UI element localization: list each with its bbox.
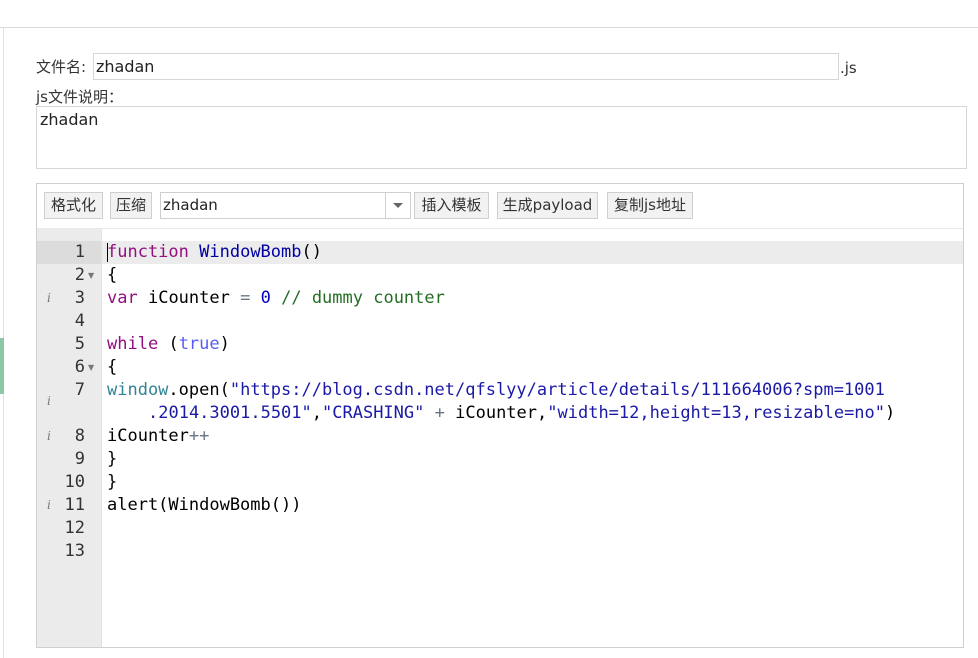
format-button[interactable]: 格式化 bbox=[44, 192, 103, 219]
info-icon: i bbox=[47, 394, 51, 408]
description-label: js文件说明： bbox=[36, 88, 123, 106]
line-number: 10 bbox=[64, 472, 85, 492]
line-number: 12 bbox=[64, 518, 85, 538]
line-number: 1 bbox=[74, 242, 85, 262]
filename-input[interactable] bbox=[93, 53, 839, 80]
top-divider bbox=[0, 27, 978, 28]
template-select[interactable]: zhadan bbox=[160, 192, 411, 219]
line-number: 2 bbox=[74, 265, 85, 285]
line-number: 9 bbox=[74, 449, 85, 469]
line-number: 8 bbox=[74, 426, 85, 446]
filename-label: 文件名: bbox=[36, 58, 87, 76]
code-line-5: while (true) bbox=[107, 334, 230, 354]
file-extension-label: .js bbox=[840, 59, 857, 77]
code-editor: 格式化 压缩 zhadan 插入模板 生成payload 复制js地址 1 2 … bbox=[36, 183, 964, 648]
code-line-7-wrap: .2014.3001.5501","CRASHING" + iCounter,"… bbox=[148, 403, 896, 423]
description-textarea[interactable]: zhadan bbox=[36, 106, 967, 169]
line-number: 4 bbox=[74, 311, 85, 331]
line-number: 3 bbox=[74, 288, 85, 308]
line-number: 5 bbox=[74, 334, 85, 354]
copy-js-url-button[interactable]: 复制js地址 bbox=[607, 192, 693, 219]
line-number: 7 bbox=[74, 380, 85, 400]
line-number: 6 bbox=[74, 357, 85, 377]
compress-button[interactable]: 压缩 bbox=[110, 192, 152, 219]
template-select-value: zhadan bbox=[163, 196, 218, 214]
line-number: 13 bbox=[64, 541, 85, 561]
line-number-gutter: 1 2 ▼ i 3 4 5 6 ▼ 7 i i 8 9 10 i 11 12 1… bbox=[37, 229, 102, 647]
code-line-8: iCounter++ bbox=[107, 426, 210, 446]
insert-template-button[interactable]: 插入模板 bbox=[414, 192, 489, 219]
generate-payload-button[interactable]: 生成payload bbox=[497, 192, 598, 219]
code-line-3: var iCounter = 0 // dummy counter bbox=[107, 288, 445, 308]
side-accent-bar bbox=[0, 338, 4, 394]
code-line-1: function WindowBomb() bbox=[107, 242, 322, 262]
code-line-2: { bbox=[107, 265, 118, 285]
chevron-down-icon[interactable] bbox=[385, 193, 410, 218]
code-line-9: } bbox=[107, 449, 118, 469]
editor-toolbar: 格式化 压缩 zhadan 插入模板 生成payload 复制js地址 bbox=[37, 184, 963, 229]
line-number: 11 bbox=[64, 495, 85, 515]
fold-toggle-icon[interactable]: ▼ bbox=[88, 356, 94, 379]
code-line-6: { bbox=[107, 357, 118, 377]
code-line-10: } bbox=[107, 472, 118, 492]
code-line-11: alert(WindowBomb()) bbox=[107, 495, 302, 515]
fold-toggle-icon[interactable]: ▼ bbox=[88, 264, 94, 287]
code-line-7: window.open("https://blog.csdn.net/qfsly… bbox=[107, 380, 885, 400]
code-text-area[interactable]: function WindowBomb() { var iCounter = 0… bbox=[102, 229, 963, 647]
